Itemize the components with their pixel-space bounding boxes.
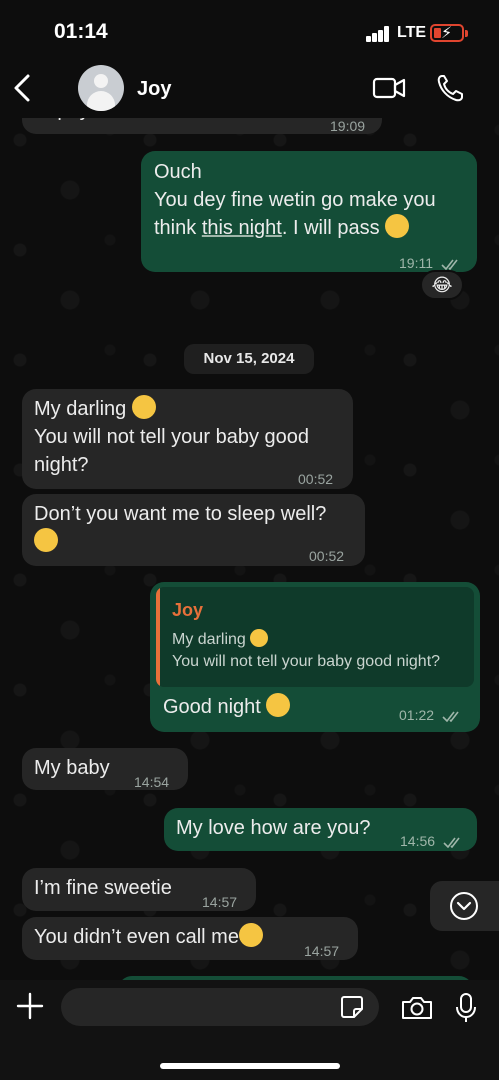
scroll-to-bottom-button[interactable] [430, 881, 499, 931]
message-incoming[interactable]: Don’t you want me to sleep well? 00:52 [22, 494, 365, 566]
message-text: My baby [34, 757, 110, 779]
message-text: You dey fine wetin go make you [154, 189, 436, 211]
date-separator: Nov 15, 2024 [184, 344, 314, 374]
home-indicator [160, 1063, 340, 1069]
quoted-message[interactable]: Joy My darling You will not tell your ba… [156, 587, 474, 687]
message-time: 19:11 [399, 255, 433, 271]
message-time: 14:54 [134, 774, 170, 790]
message-incoming[interactable]: My baby 14:54 [22, 748, 188, 790]
message-incoming[interactable]: You didn’t even call me 14:57 [22, 917, 358, 960]
message-text: You will not tell your baby good [34, 426, 309, 448]
message-text: My darling [34, 398, 127, 420]
message-time: 14:57 [202, 894, 238, 910]
quoted-text: You will not tell your baby good night? [172, 653, 441, 670]
quoted-text: My darling [172, 631, 246, 648]
kiss-emoji-icon [131, 395, 156, 419]
message-time: 01:22 [399, 707, 435, 723]
sticker-icon[interactable] [340, 995, 364, 1019]
back-icon[interactable] [8, 70, 36, 106]
message-incoming[interactable]: I’m fine sweetie 14:57 [22, 868, 256, 911]
message-time: 00:52 [298, 471, 334, 487]
smiling-emoji-icon [266, 693, 291, 717]
message-input[interactable] [61, 988, 379, 1026]
message-text: My love how are you? [176, 817, 371, 839]
sleepy-emoji-icon [34, 528, 58, 552]
battery-icon: ⚡ [430, 24, 468, 42]
avatar[interactable] [78, 65, 124, 111]
read-ticks-icon [441, 259, 458, 270]
video-call-icon[interactable] [372, 75, 406, 101]
message-incoming[interactable]: My darling You will not tell your baby g… [22, 389, 353, 489]
message-text: night? [34, 454, 89, 476]
message-time: 14:57 [304, 943, 340, 959]
phone-icon[interactable] [436, 73, 464, 103]
kiss-emoji-icon [250, 629, 269, 647]
message-outgoing[interactable]: My love how are you? 14:56 [164, 808, 477, 851]
chat-header: Joy [0, 62, 499, 118]
signal-icon [366, 26, 392, 42]
read-ticks-icon [442, 711, 459, 722]
microphone-icon[interactable] [455, 992, 477, 1024]
read-ticks-icon [443, 837, 460, 848]
status-time: 01:14 [54, 20, 108, 43]
chevron-down-icon [450, 892, 478, 920]
pleading-emoji-icon [238, 923, 263, 947]
message-text: You didn’t even call me [34, 926, 239, 948]
message-text: Ouch [154, 161, 202, 183]
message-text: think [154, 217, 202, 239]
date-link[interactable]: this night [202, 217, 282, 239]
message-text: Good night [163, 696, 261, 718]
message-time: 14:56 [400, 833, 436, 849]
message-text: I’m fine sweetie [34, 877, 172, 899]
status-bar: 01:14 LTE ⚡ [0, 0, 499, 62]
message-outgoing[interactable]: Ouch You dey fine wetin go make you thin… [141, 151, 477, 272]
network-label: LTE [397, 24, 427, 41]
camera-icon[interactable] [400, 995, 434, 1021]
plus-icon[interactable] [16, 992, 44, 1020]
relieved-emoji-icon [385, 214, 410, 238]
composer-bar [0, 980, 499, 1080]
message-text: . I will pass [281, 217, 380, 239]
message-text: Don’t you want me to sleep well? [34, 503, 327, 525]
message-reaction[interactable]: 😂 [420, 270, 464, 300]
contact-name[interactable]: Joy [137, 78, 171, 101]
quoted-sender: Joy [172, 600, 204, 620]
message-time: 00:52 [309, 548, 345, 564]
